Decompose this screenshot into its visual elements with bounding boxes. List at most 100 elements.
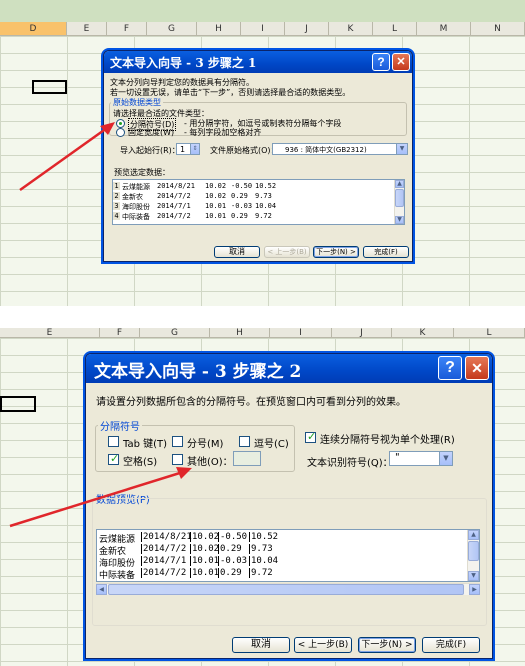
column-header-f[interactable]: F bbox=[107, 22, 147, 35]
tab-label[interactable]: Tab 键(T) bbox=[123, 435, 167, 450]
chevron-down-icon[interactable]: ▼ bbox=[396, 144, 407, 154]
tab-checkbox[interactable] bbox=[108, 436, 119, 447]
back-button[interactable]: < 上一步(B) bbox=[264, 246, 310, 258]
help-button[interactable]: ? bbox=[372, 53, 390, 71]
space-label[interactable]: 空格(S) bbox=[123, 453, 157, 468]
column-header-n[interactable]: N bbox=[471, 22, 525, 35]
other-delimiter-input[interactable] bbox=[233, 451, 261, 466]
chevron-down-icon[interactable]: ▼ bbox=[439, 452, 452, 465]
preview-cell: 0.29 bbox=[218, 568, 242, 578]
column-header-j[interactable]: J bbox=[332, 328, 392, 338]
consecutive-checkbox[interactable] bbox=[305, 430, 316, 443]
column-header-d[interactable]: D bbox=[0, 22, 67, 35]
column-header-e[interactable]: E bbox=[0, 328, 100, 338]
row-number: 4 bbox=[113, 212, 120, 220]
column-header-e[interactable]: E bbox=[67, 22, 107, 35]
horizontal-scrollbar[interactable]: ◀ ▶ bbox=[96, 583, 480, 595]
scroll-up-icon[interactable]: ▲ bbox=[468, 530, 479, 540]
spinner-icon[interactable]: ⇕ bbox=[190, 144, 199, 154]
scroll-thumb[interactable] bbox=[108, 584, 464, 595]
origin-select[interactable]: 936 : 简体中文(GB2312) ▼ bbox=[272, 143, 408, 155]
comma-checkbox[interactable] bbox=[239, 436, 250, 447]
preview-cell: 10.02 bbox=[190, 532, 220, 542]
preview-cell: 中际装备 bbox=[99, 571, 136, 581]
preview-cell: 10.01 bbox=[190, 568, 220, 578]
column-header-row: E F G H I J K L bbox=[0, 328, 525, 338]
preview-cell: 金新农 bbox=[122, 193, 143, 201]
scroll-thumb[interactable] bbox=[468, 541, 479, 561]
column-header-i[interactable]: I bbox=[241, 22, 285, 35]
preview-cell: -0.50 bbox=[231, 182, 253, 190]
preview-pane[interactable]: 云煤能源 2014/8/21 10.02 -0.50 10.52 金新农 201… bbox=[96, 529, 480, 582]
scroll-right-icon[interactable]: ▶ bbox=[469, 584, 480, 595]
close-button[interactable]: ✕ bbox=[465, 356, 489, 380]
scroll-down-icon[interactable]: ▼ bbox=[395, 216, 404, 224]
delimited-radio[interactable] bbox=[116, 119, 125, 128]
fixed-width-label[interactable]: 固定宽度(W) bbox=[128, 127, 174, 138]
cancel-button[interactable]: 取消 bbox=[214, 246, 260, 258]
preview-cell: 2014/7/2 bbox=[141, 568, 187, 578]
window-top-strip bbox=[0, 0, 525, 22]
start-row-spinner[interactable]: 1 ⇕ bbox=[176, 143, 200, 155]
data-type-group-label: 原始数据类型 bbox=[111, 97, 163, 108]
row-number: 1 bbox=[113, 182, 120, 190]
preview-cell: 2014/8/21 bbox=[157, 182, 195, 190]
vertical-scrollbar[interactable]: ▲ ▼ bbox=[467, 530, 479, 581]
preview-cell: 10.04 bbox=[255, 202, 277, 210]
preview-cell: 2014/8/21 bbox=[141, 532, 192, 542]
column-header-g[interactable]: G bbox=[147, 22, 197, 35]
column-header-m[interactable]: M bbox=[417, 22, 471, 35]
cancel-button[interactable]: 取消 bbox=[232, 637, 290, 653]
scroll-left-icon[interactable]: ◀ bbox=[96, 584, 107, 595]
semicolon-label[interactable]: 分号(M) bbox=[187, 435, 223, 450]
comma-label[interactable]: 逗号(C) bbox=[254, 435, 289, 450]
semicolon-checkbox[interactable] bbox=[172, 436, 183, 447]
consecutive-label[interactable]: 连续分隔符号视为单个处理(R) bbox=[320, 431, 455, 446]
column-header-h[interactable]: H bbox=[197, 22, 241, 35]
vertical-scrollbar[interactable]: ▲ ▼ bbox=[394, 180, 404, 224]
column-header-i[interactable]: I bbox=[270, 328, 332, 338]
column-header-l[interactable]: L bbox=[373, 22, 417, 35]
space-checkbox[interactable] bbox=[108, 452, 119, 465]
fixed-width-radio[interactable] bbox=[116, 128, 125, 137]
scroll-up-icon[interactable]: ▲ bbox=[395, 180, 404, 188]
column-header-g[interactable]: G bbox=[140, 328, 210, 338]
column-header-k[interactable]: K bbox=[392, 328, 454, 338]
preview-cell: 2014/7/2 bbox=[141, 544, 187, 554]
text-import-wizard-step1: 文本导入向导 - 3 步骤之 1 ? ✕ 文本分列向导判定您的数据具有分隔符。 … bbox=[103, 50, 413, 262]
help-button[interactable]: ? bbox=[438, 356, 462, 380]
start-row-label: 导入起始行(R)： bbox=[120, 146, 180, 155]
other-label[interactable]: 其他(O)： bbox=[187, 453, 233, 468]
back-button[interactable]: < 上一步(B) bbox=[294, 637, 352, 653]
column-header-h[interactable]: H bbox=[210, 328, 270, 338]
active-cell[interactable] bbox=[0, 396, 36, 412]
preview-cell: 10.01 bbox=[205, 202, 227, 210]
preview-pane[interactable]: 1 云煤能源 2014/8/21 10.02 -0.50 10.52 2 金新农… bbox=[112, 179, 405, 225]
column-header-j[interactable]: J bbox=[285, 22, 329, 35]
preview-cell: 10.52 bbox=[255, 182, 277, 190]
finish-button[interactable]: 完成(F) bbox=[363, 246, 409, 258]
title-bar: 文本导入向导 - 3 步骤之 1 ? ✕ bbox=[104, 51, 412, 73]
screenshot-step-1: D E F G H I J K L M N 文本导入向导 - 3 步骤之 1 ?… bbox=[0, 0, 525, 306]
preview-cell: -0.03 bbox=[231, 202, 253, 210]
column-header-l[interactable]: L bbox=[454, 328, 525, 338]
preview-cell: 10.01 bbox=[190, 556, 220, 566]
close-button[interactable]: ✕ bbox=[392, 53, 410, 71]
scroll-thumb[interactable] bbox=[395, 189, 404, 207]
column-header-row: D E F G H I J K L M N bbox=[0, 22, 525, 36]
other-checkbox[interactable] bbox=[172, 454, 183, 465]
scroll-down-icon[interactable]: ▼ bbox=[468, 571, 479, 581]
active-cell[interactable] bbox=[32, 80, 67, 94]
finish-button[interactable]: 完成(F) bbox=[422, 637, 480, 653]
preview-cell: 云煤能源 bbox=[122, 183, 150, 191]
preview-cell: 2014/7/2 bbox=[157, 192, 191, 200]
qualifier-select[interactable]: " ▼ bbox=[389, 451, 453, 466]
preview-cell: 10.01 bbox=[205, 212, 227, 220]
next-button[interactable]: 下一步(N) > bbox=[358, 637, 416, 653]
next-button[interactable]: 下一步(N) > bbox=[313, 246, 359, 258]
preview-cell: 10.52 bbox=[249, 532, 279, 542]
column-header-k[interactable]: K bbox=[329, 22, 373, 35]
preview-cell: 0.29 bbox=[218, 544, 242, 554]
column-header-f[interactable]: F bbox=[100, 328, 140, 338]
preview-cell: 中际装备 bbox=[122, 213, 150, 221]
